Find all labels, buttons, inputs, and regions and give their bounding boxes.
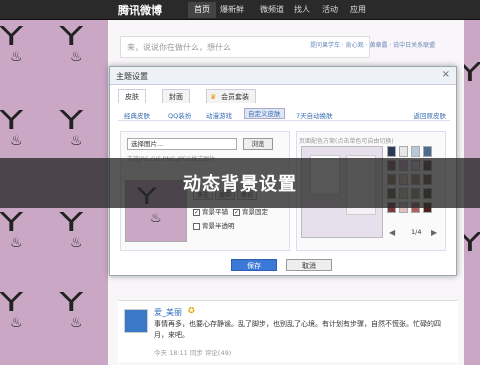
post-meta[interactable]: 今天 18:11 同步 评论(49): [154, 347, 231, 357]
dialog-title: 主题设置: [116, 72, 148, 81]
color-swatch[interactable]: [411, 146, 420, 157]
subtab-custom[interactable]: 自定义皮肤: [244, 108, 285, 119]
weibo-logo[interactable]: 腾讯微博: [118, 2, 162, 18]
wallpaper-glyph: Y ♨: [0, 288, 24, 331]
top-navigation-bar: 腾讯微博 首页 爆新鲜 微频道 找人 活动 应用: [0, 0, 480, 20]
restore-skin-link[interactable]: 返回原皮肤: [414, 110, 447, 120]
subtab-qq[interactable]: QQ装扮: [168, 110, 191, 120]
crown-icon: ♛: [210, 93, 217, 101]
checkbox-translucent-label: 背景半透明: [202, 222, 235, 230]
empty-checkbox-icon: [193, 222, 200, 230]
wallpaper-glyph: Y ♨: [59, 208, 84, 251]
color-swatch[interactable]: [387, 146, 396, 157]
post-username[interactable]: 爱_美丽: [154, 307, 182, 318]
color-swatch[interactable]: [399, 146, 408, 157]
topic-links[interactable]: 提问果学车 · 俞心观 · 黄章露 · 说中日关系联盟: [310, 40, 435, 49]
dialog-header: 主题设置 ×: [110, 67, 456, 85]
subtab-anime[interactable]: 动漫游戏: [206, 110, 232, 120]
file-picker-input[interactable]: 选择图片...: [127, 138, 237, 150]
nav-apps[interactable]: 应用: [350, 4, 366, 15]
wallpaper-glyph: Y ♨: [59, 22, 84, 65]
check-icon: ✓: [233, 208, 240, 216]
wallpaper-glyph: Y ♨: [0, 106, 24, 149]
subtab-auto-change[interactable]: 7天自动换肤: [296, 110, 333, 120]
prev-page-icon[interactable]: ◀: [389, 228, 395, 237]
tab-vip-suite-label: 会员套装: [221, 93, 249, 101]
check-icon: ✓: [193, 208, 200, 216]
nav-people[interactable]: 找人: [294, 4, 310, 15]
cancel-button[interactable]: 取消: [286, 259, 332, 271]
avatar[interactable]: [124, 309, 148, 333]
subtab-classic[interactable]: 经典皮肤: [124, 110, 150, 120]
color-scheme-hint: 页面配色方案(点击单色可自由切换): [299, 138, 394, 145]
close-icon[interactable]: ×: [442, 69, 450, 80]
checkbox-fixed-label: 背景固定: [242, 208, 268, 216]
wallpaper-glyph: Y ♨: [59, 106, 84, 149]
browse-button[interactable]: 浏览: [243, 138, 273, 150]
wallpaper-glyph: Y ♨: [59, 288, 84, 331]
checkbox-translucent[interactable]: 背景半透明: [193, 220, 235, 230]
wallpaper-glyph: Y ♨: [0, 22, 24, 65]
tab-cover[interactable]: 封面: [162, 89, 190, 103]
nav-home[interactable]: 首页: [188, 2, 216, 18]
checkbox-tile-label: 背景平铺: [202, 208, 228, 216]
color-swatch[interactable]: [423, 146, 432, 157]
tab-skin[interactable]: 皮肤: [118, 89, 146, 103]
next-page-icon[interactable]: ▶: [431, 228, 437, 237]
banner-title: 动态背景设置: [183, 174, 297, 195]
page-indicator: 1/4: [411, 228, 422, 236]
wallpaper-glyph: Y ♨: [0, 208, 24, 251]
nav-channel[interactable]: 微频道: [260, 4, 284, 15]
tab-vip-suite[interactable]: ♛ 会员套装: [206, 89, 256, 103]
baidu-watermark: Baidu 经验: [376, 340, 443, 354]
wallpaper-glyph: Y: [458, 58, 480, 88]
skin-subtabs: 经典皮肤 QQ装扮 动漫游戏 自定义皮肤 7天自动换肤: [118, 107, 450, 121]
nav-activity[interactable]: 活动: [322, 4, 338, 15]
wallpaper-glyph: ♨: [150, 211, 162, 226]
nav-hot[interactable]: 爆新鲜: [220, 4, 244, 15]
wallpaper-glyph: Y: [458, 228, 480, 258]
vip-badge-icon: ✪: [188, 306, 195, 315]
save-button[interactable]: 保存: [231, 259, 277, 271]
